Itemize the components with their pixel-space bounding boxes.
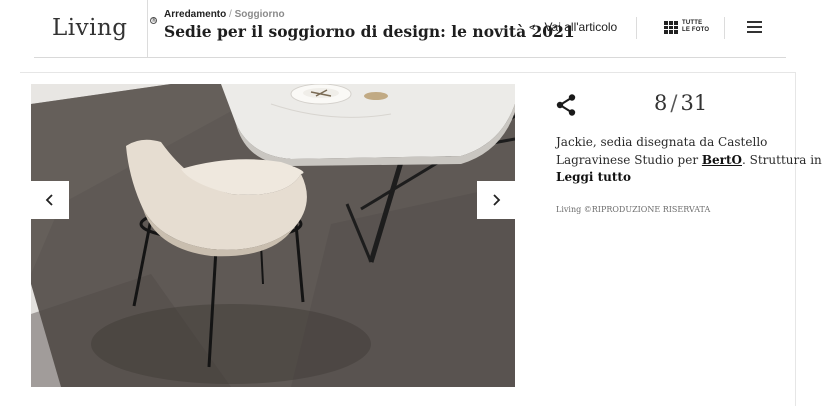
gallery-photo[interactable] (31, 84, 515, 387)
total-photos-number: 31 (680, 91, 708, 115)
all-photos-button[interactable]: TUTTE LE FOTO (664, 20, 714, 36)
all-photos-label: TUTTE LE FOTO (682, 20, 710, 33)
caption-line: Lagravinese Studio per BertO. Struttura … (556, 153, 822, 167)
breadcrumb-section[interactable]: Arredamento (164, 9, 226, 20)
header-divider (724, 17, 725, 39)
back-to-article-link[interactable]: < Vai all'articolo (529, 20, 617, 34)
header-divider (147, 0, 148, 57)
current-photo-number: 8 (654, 91, 668, 115)
chair-photo-illustration (31, 84, 515, 387)
panel-border (795, 72, 796, 406)
photo-credit: Living ©RIPRODUZIONE RISERVATA (556, 205, 711, 214)
header-divider (636, 17, 637, 39)
grid-icon (664, 21, 678, 34)
registered-mark: ® (150, 17, 157, 24)
panel-border (20, 72, 796, 73)
brand-link[interactable]: BertO (702, 153, 742, 167)
counter-separator: / (670, 91, 678, 115)
living-logo[interactable]: Living ® (34, 7, 157, 49)
caption-line: Jackie, sedia disegnata da Castello (556, 135, 768, 149)
chevron-left-icon: < (529, 22, 536, 34)
logo-text: Living (52, 15, 128, 41)
share-icon[interactable] (556, 94, 576, 116)
read-more-link[interactable]: Leggi tutto (556, 170, 631, 184)
previous-photo-button[interactable] (31, 181, 69, 219)
article-title: Sedie per il soggiorno di design: le nov… (164, 22, 575, 41)
chevron-left-icon (45, 194, 53, 206)
chevron-right-icon (493, 194, 501, 206)
photo-counter: 8/31 (654, 91, 707, 115)
header-rule (34, 57, 786, 58)
breadcrumb-separator: / (229, 9, 232, 20)
breadcrumb: Arredamento / Soggiorno (164, 9, 285, 20)
hamburger-menu-icon[interactable] (747, 21, 762, 33)
breadcrumb-subsection[interactable]: Soggiorno (235, 9, 285, 20)
photo-caption: Jackie, sedia disegnata da Castello Lagr… (556, 133, 822, 169)
next-photo-button[interactable] (477, 181, 515, 219)
back-to-article-label: Vai all'articolo (544, 20, 618, 34)
top-header: Living ® Arredamento / Soggiorno Sedie p… (0, 0, 822, 57)
